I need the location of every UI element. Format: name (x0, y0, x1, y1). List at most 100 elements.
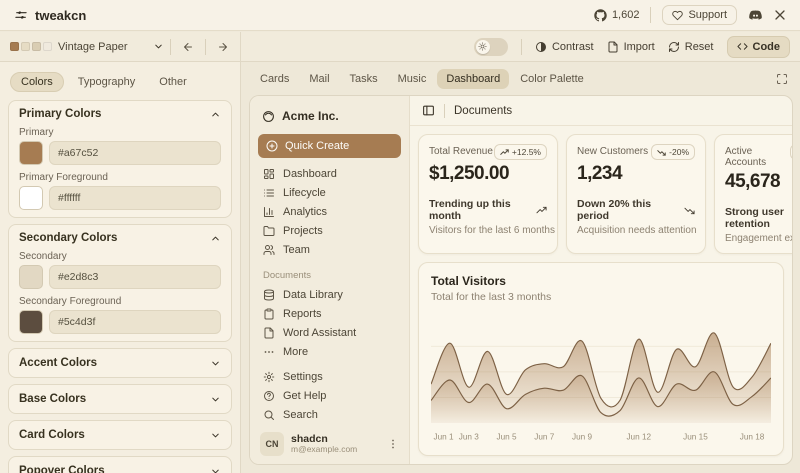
preview-area: Cards Mail Tasks Music Dashboard Color P… (241, 62, 800, 473)
tab-mail[interactable]: Mail (300, 69, 338, 89)
primary-foreground-color-input[interactable] (49, 186, 221, 210)
stat-value: 45,678 (725, 171, 792, 193)
x-twitter-icon[interactable] (774, 9, 786, 21)
popover-colors-header[interactable]: Popover Colors (19, 465, 221, 473)
breadcrumb: Documents (454, 105, 512, 117)
logo[interactable]: tweakcn (14, 8, 86, 23)
stat-trend-line: Trending up this month (429, 198, 547, 222)
stat-card-active-accounts: Active Accounts +12.5% 45,678 Strong use… (714, 134, 792, 254)
secondary-color-input[interactable] (49, 265, 221, 289)
stat-subtext: Visitors for the last 6 months (429, 225, 547, 236)
sidebar-item-dashboard[interactable]: Dashboard (258, 164, 401, 183)
sidebar-item-get-help[interactable]: Get Help (258, 386, 401, 405)
chevron-down-icon (210, 394, 221, 405)
fullscreen-button[interactable] (774, 71, 790, 87)
secondary-field-label: Secondary (19, 251, 221, 262)
more-vertical-icon (387, 438, 399, 450)
import-button[interactable]: Import (607, 41, 655, 53)
sidebar-item-label: Lifecycle (283, 187, 326, 199)
secondary-foreground-color-swatch[interactable] (19, 310, 43, 334)
sidebar-item-label: Get Help (283, 390, 326, 402)
svg-text:Jun 7: Jun 7 (534, 432, 555, 441)
sidebar-item-lifecycle[interactable]: Lifecycle (258, 183, 401, 202)
contrast-label: Contrast (552, 41, 594, 53)
list-icon (263, 187, 275, 199)
sidebar-toggle-icon[interactable] (422, 104, 435, 117)
svg-text:Jun 1: Jun 1 (434, 432, 455, 441)
primary-field-label: Primary (19, 127, 221, 138)
secondary-color-swatch[interactable] (19, 265, 43, 289)
github-icon (594, 9, 607, 22)
sidebar-item-word-assistant[interactable]: Word Assistant (258, 323, 401, 342)
sidebar-item-label: Word Assistant (283, 327, 356, 339)
theme-selector[interactable]: Vintage Paper (0, 32, 241, 61)
reset-label: Reset (685, 41, 714, 53)
sidebar-item-more[interactable]: More (258, 342, 401, 361)
more-horizontal-icon (263, 346, 275, 358)
sidebar-item-label: Dashboard (283, 168, 337, 180)
code-button[interactable]: Code (727, 36, 791, 58)
toolbar-divider-2 (205, 39, 206, 55)
tab-other[interactable]: Other (149, 73, 197, 91)
maximize-icon (776, 73, 788, 85)
chevron-down-icon (153, 41, 164, 52)
primary-color-swatch[interactable] (19, 141, 43, 165)
dark-mode-toggle[interactable] (474, 38, 508, 56)
github-stars-button[interactable]: 1,602 (594, 9, 640, 22)
tab-colors[interactable]: Colors (10, 72, 64, 92)
sidebar-item-label: More (283, 346, 308, 358)
quick-create-button[interactable]: Quick Create (258, 134, 401, 158)
base-colors-header[interactable]: Base Colors (19, 393, 221, 405)
tab-typography[interactable]: Typography (68, 73, 145, 91)
accent-colors-header[interactable]: Accent Colors (19, 357, 221, 369)
theme-swatch-2 (21, 42, 30, 51)
chart-area: Jun 1Jun 3Jun 5Jun 7Jun 9Jun 12Jun 15Jun… (431, 309, 771, 452)
primary-foreground-color-swatch[interactable] (19, 186, 43, 210)
sidebar-item-team[interactable]: Team (258, 240, 401, 259)
stats-row: Total Revenue +12.5% $1,250.00 Trending … (410, 126, 792, 254)
contrast-button[interactable]: Contrast (535, 41, 594, 53)
next-theme-button[interactable] (212, 37, 234, 57)
previous-theme-button[interactable] (177, 37, 199, 57)
card-colors-title: Card Colors (19, 429, 85, 441)
primary-foreground-field-label: Primary Foreground (19, 172, 221, 183)
sidebar-item-settings[interactable]: Settings (258, 367, 401, 386)
sidebar-item-label: Team (283, 244, 310, 256)
svg-text:Jun 5: Jun 5 (496, 432, 517, 441)
sidebar-item-projects[interactable]: Projects (258, 221, 401, 240)
reset-button[interactable]: Reset (668, 41, 714, 53)
reset-icon (668, 41, 680, 53)
card-colors-header[interactable]: Card Colors (19, 429, 221, 441)
sidebar-item-label: Search (283, 409, 318, 421)
secondary-colors-title: Secondary Colors (19, 232, 117, 244)
tab-tasks[interactable]: Tasks (341, 69, 387, 89)
tab-cards[interactable]: Cards (251, 69, 298, 89)
arrow-right-icon (217, 41, 229, 53)
header-divider (650, 7, 651, 23)
secondary-colors-header[interactable]: Secondary Colors (19, 232, 221, 244)
dashboard-main: Documents Total Revenue +12.5% $1,250.00 (410, 96, 792, 464)
org-switcher[interactable]: Acme Inc. (258, 105, 401, 127)
svg-text:Jun 15: Jun 15 (683, 432, 708, 441)
tab-color-palette[interactable]: Color Palette (511, 69, 593, 89)
sidebar-item-reports[interactable]: Reports (258, 304, 401, 323)
header-divider (444, 104, 445, 118)
org-logo-icon (262, 110, 275, 123)
tab-dashboard[interactable]: Dashboard (437, 69, 509, 89)
sidebar-item-data-library[interactable]: Data Library (258, 285, 401, 304)
user-menu[interactable]: CN shadcn m@example.com (258, 430, 401, 456)
stat-card-new-customers: New Customers -20% 1,234 Down 20% this p… (566, 134, 706, 254)
arrow-left-icon (182, 41, 194, 53)
sidebar-item-search[interactable]: Search (258, 405, 401, 424)
tab-music[interactable]: Music (389, 69, 436, 89)
sidebar-item-analytics[interactable]: Analytics (258, 202, 401, 221)
file-icon (263, 327, 275, 339)
primary-color-input[interactable] (49, 141, 221, 165)
primary-colors-header[interactable]: Primary Colors (19, 108, 221, 120)
discord-icon[interactable] (748, 8, 763, 23)
total-visitors-area-chart: Jun 1Jun 3Jun 5Jun 7Jun 9Jun 12Jun 15Jun… (431, 309, 771, 452)
secondary-foreground-color-input[interactable] (49, 310, 221, 334)
stat-card-total-revenue: Total Revenue +12.5% $1,250.00 Trending … (418, 134, 558, 254)
search-icon (263, 409, 275, 421)
support-button[interactable]: Support (662, 5, 737, 25)
